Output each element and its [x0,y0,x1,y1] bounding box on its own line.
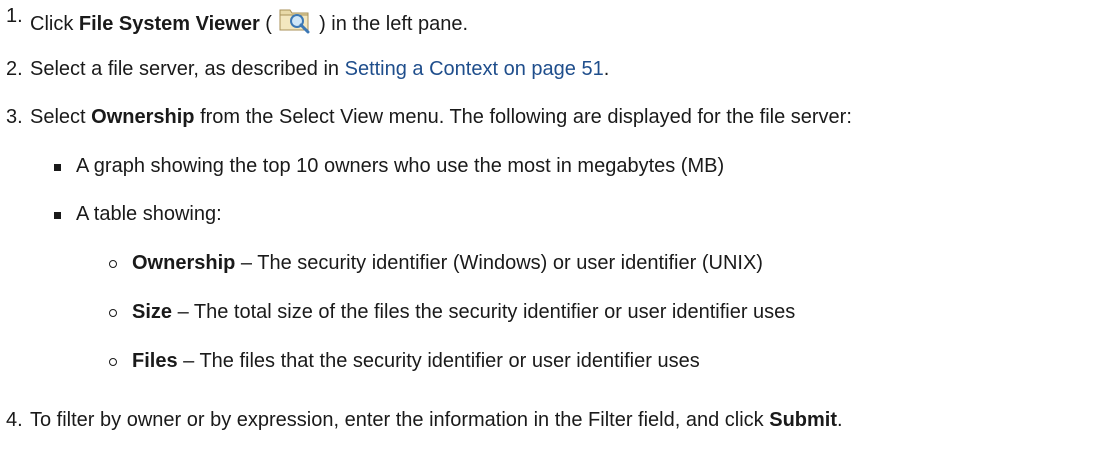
step-1-suffix: ) in the left pane. [313,13,469,35]
step-3-text: Select Ownership from the Select View me… [30,105,852,129]
step-2-text: Select a file server, as described in Se… [30,57,609,81]
step-2-prefix: Select a file server, as described in [30,58,345,80]
subbullet-files-desc: – The files that the security identifier… [177,350,700,372]
step-3-number: 3. [6,106,23,128]
step-4-text: To filter by owner or by expression, ent… [30,408,843,432]
circle-bullet-icon [109,358,117,366]
circle-bullet-icon [109,309,117,317]
square-bullet-icon [54,164,61,171]
subbullet-size-desc: – The total size of the files the securi… [172,301,796,323]
step-4-number: 4. [6,409,23,431]
subbullet-ownership: Ownership – The security identifier (Win… [132,251,763,275]
subbullet-size-term: Size [132,301,173,323]
subbullet-ownership-term: Ownership [132,252,236,274]
square-bullet-icon [54,212,61,219]
bullet-graph: A graph showing the top 10 owners who us… [76,155,725,177]
step-2-number: 2. [6,58,23,80]
step-3-prefix: Select [30,106,92,128]
step-3-suffix: from the Select View menu. The following… [194,106,852,128]
step-4-prefix: To filter by owner or by expression, ent… [30,409,770,431]
step-1-prefix: Click [30,13,79,35]
step-2-suffix: . [603,58,610,80]
subbullet-files-term: Files [132,350,178,372]
setting-context-link[interactable]: Setting a Context on page 51 [345,58,604,80]
subbullet-ownership-desc: – The security identifier (Windows) or u… [235,252,763,274]
step-1-number: 1. [6,5,23,27]
step-4-bold: Submit [769,409,838,431]
subbullet-size: Size – The total size of the files the s… [132,300,795,324]
step-3-bold: Ownership [91,106,195,128]
step-1-text: Click File System Viewer ( ) in the left… [30,4,468,36]
step-1-middle: ( [259,13,278,35]
subbullet-files: Files – The files that the security iden… [132,349,700,373]
bullet-table: A table showing: [76,203,222,225]
circle-bullet-icon [109,260,117,268]
step-4-suffix: . [837,409,843,431]
file-system-viewer-icon [278,4,314,34]
instructions-document: 1. Click File System Viewer ( ) in the l… [0,0,1117,469]
step-1-bold: File System Viewer [78,13,260,35]
